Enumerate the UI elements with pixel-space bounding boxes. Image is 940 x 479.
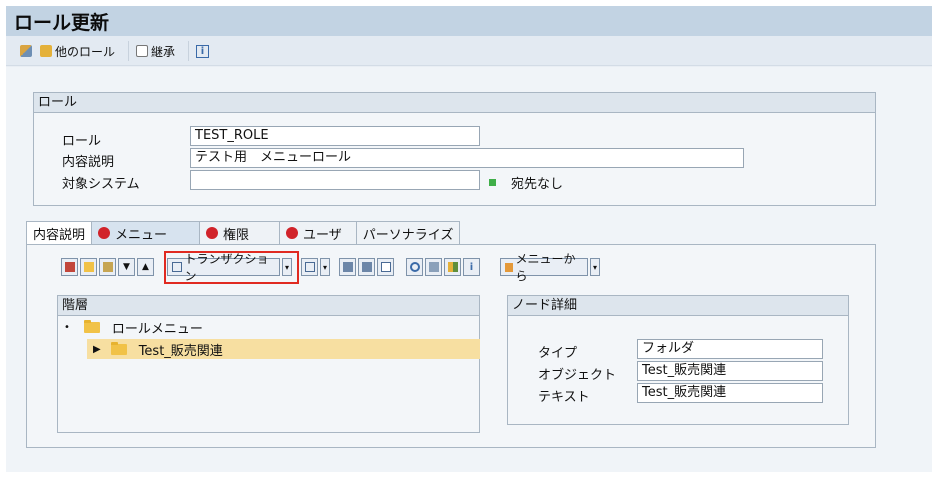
assign-icon [304, 262, 315, 272]
tab-description-label: 内容説明 [33, 227, 86, 243]
role-field[interactable]: TEST_ROLE [190, 126, 480, 146]
tree-node-role-menu[interactable]: • ロールメニュー [57, 317, 480, 337]
destination-status-text: 宛先なし [511, 177, 564, 192]
inherit-button[interactable]: 継承 [136, 42, 175, 60]
find-next-button[interactable] [358, 258, 375, 276]
binoculars-icon [342, 262, 353, 272]
application-toolbar: 他のロール 継承 i [6, 36, 932, 66]
object-field[interactable]: Test_販売関連 [637, 361, 823, 381]
binoculars-plus-icon [361, 262, 372, 272]
folder-icon [110, 341, 127, 355]
description-field[interactable]: テスト用 メニューロール [190, 148, 744, 168]
tab-menu-label: メニュー [115, 227, 168, 243]
collapse-button[interactable] [99, 258, 116, 276]
dropdown-arrow-icon: ▾ [322, 262, 327, 272]
assign-dropdown[interactable]: ▾ [320, 258, 330, 276]
from-menu-dropdown[interactable]: ▾ [590, 258, 600, 276]
tab-authorization-label: 権限 [223, 227, 250, 243]
tab-menu[interactable]: メニュー [91, 221, 201, 244]
folder-icon [83, 319, 100, 333]
from-menu-button-label: メニューから [515, 252, 576, 283]
tree-node-sales[interactable]: ▶ Test_販売関連 [87, 339, 480, 359]
role-group-header: ロール [34, 93, 875, 113]
role-icon [40, 45, 52, 57]
inherit-label: 継承 [151, 44, 176, 59]
text-label: テキスト [538, 390, 590, 405]
collapse-icon [102, 262, 113, 272]
toolbar-separator [188, 41, 189, 61]
role-label: ロール [62, 134, 102, 149]
node-detail-header: ノード詳細 [508, 296, 848, 316]
object-label: オブジェクト [538, 368, 617, 383]
status-indicator-icon [489, 179, 496, 186]
hierarchy-panel: 階層 [57, 295, 480, 433]
table-button[interactable] [377, 258, 394, 276]
expand-icon [64, 262, 75, 272]
menu-import-icon [505, 262, 514, 272]
search-button[interactable] [406, 258, 423, 276]
printer-icon [428, 262, 439, 272]
error-status-icon [286, 227, 299, 239]
tree-node-label: ロールメニュー [111, 321, 203, 337]
page-title: ロール更新 [14, 12, 110, 34]
find-button[interactable] [339, 258, 356, 276]
type-label: タイプ [538, 346, 578, 361]
chart-button[interactable] [444, 258, 461, 276]
dropdown-arrow-icon: ▾ [592, 262, 597, 272]
pencil-glasses-icon [20, 45, 32, 57]
arrow-up-icon: ▲ [142, 262, 149, 272]
assign-button[interactable] [301, 258, 318, 276]
expand-arrow-icon: ▶ [93, 343, 101, 355]
new-folder-button[interactable] [80, 258, 97, 276]
details-button[interactable]: i [463, 258, 480, 276]
type-field[interactable]: フォルダ [637, 339, 823, 359]
info-icon: i [469, 261, 474, 273]
chart-icon [447, 262, 458, 272]
title-bar: ロール更新 [6, 6, 932, 36]
tab-personalize-label: パーソナライズ [362, 227, 454, 243]
document-icon [136, 45, 148, 57]
move-down-button[interactable]: ▼ [118, 258, 135, 276]
expand-all-button[interactable] [61, 258, 78, 276]
other-roles-button[interactable]: 他のロール [40, 42, 115, 60]
from-menu-button[interactable]: メニューから [500, 252, 588, 283]
display-change-button[interactable] [20, 42, 35, 60]
tab-description[interactable]: 内容説明 [26, 221, 93, 244]
tree-node-label: Test_販売関連 [138, 343, 223, 359]
error-status-icon [98, 227, 111, 239]
error-status-icon [206, 227, 219, 239]
target-system-label: 対象システム [62, 177, 140, 192]
description-label: 内容説明 [62, 155, 115, 170]
hierarchy-header: 階層 [58, 296, 479, 316]
arrow-down-icon: ▼ [123, 262, 130, 272]
tab-user[interactable]: ユーザ [279, 221, 357, 244]
transaction-highlight-box [164, 251, 299, 284]
info-button[interactable]: i [196, 42, 209, 60]
tree-bullet-icon: • [64, 321, 70, 333]
other-roles-label: 他のロール [55, 44, 116, 59]
toolbar-separator [128, 41, 129, 61]
text-field[interactable]: Test_販売関連 [637, 383, 823, 403]
tab-personalize[interactable]: パーソナライズ [355, 221, 461, 244]
info-icon: i [196, 44, 209, 58]
search-icon [409, 262, 420, 272]
tab-user-label: ユーザ [303, 227, 342, 243]
move-up-button[interactable]: ▲ [137, 258, 154, 276]
tab-strip: 内容説明 メニュー 権限 ユーザ パーソナライズ [26, 221, 461, 244]
print-button[interactable] [425, 258, 442, 276]
tab-authorization[interactable]: 権限 [199, 221, 281, 244]
folder-icon [83, 262, 94, 272]
table-icon [380, 262, 391, 272]
target-system-field[interactable] [190, 170, 480, 190]
